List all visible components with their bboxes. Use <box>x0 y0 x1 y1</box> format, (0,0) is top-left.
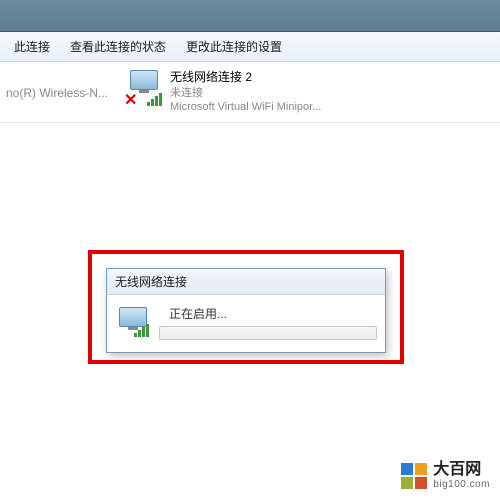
connection-item-wireless-1[interactable]: no(R) Wireless-N... <box>0 70 120 114</box>
signal-bars-icon <box>147 93 162 106</box>
toolbar-item-this-connection[interactable]: 此连接 <box>4 34 60 59</box>
toolbar-item-view-status[interactable]: 查看此连接的状态 <box>60 34 176 59</box>
connection-status: 未连接 <box>170 86 321 100</box>
watermark: 大百网 big100.com <box>401 461 490 490</box>
connection-device: Microsoft Virtual WiFi Minipor... <box>170 100 321 114</box>
connection-device-partial: no(R) Wireless-N... <box>6 70 108 100</box>
wifi-adapter-icon <box>115 307 151 339</box>
desktop-background-strip <box>0 0 500 32</box>
network-connections-list: no(R) Wireless-N... ✕ 无线网络连接 2 未连接 Micro… <box>0 62 500 123</box>
toolbar: 此连接 查看此连接的状态 更改此连接的设置 <box>0 32 500 62</box>
watermark-logo-icon <box>401 463 427 489</box>
signal-bars-icon <box>134 324 149 337</box>
wifi-adapter-icon: ✕ <box>126 70 164 108</box>
dialog-body: 正在启用... <box>107 295 385 352</box>
toolbar-item-change-settings[interactable]: 更改此连接的设置 <box>176 34 292 59</box>
watermark-text-cn: 大百网 <box>433 461 490 479</box>
dialog-title: 无线网络连接 <box>107 269 385 295</box>
enabling-dialog: 无线网络连接 正在启用... <box>106 268 386 353</box>
dialog-status-text: 正在启用... <box>159 305 377 322</box>
connection-name: 无线网络连接 2 <box>170 70 321 86</box>
disconnected-x-icon: ✕ <box>124 94 138 108</box>
progress-bar <box>159 326 377 340</box>
connection-item-wireless-2[interactable]: ✕ 无线网络连接 2 未连接 Microsoft Virtual WiFi Mi… <box>120 70 370 114</box>
watermark-text-en: big100.com <box>433 479 490 490</box>
connection-text: 无线网络连接 2 未连接 Microsoft Virtual WiFi Mini… <box>164 70 321 114</box>
